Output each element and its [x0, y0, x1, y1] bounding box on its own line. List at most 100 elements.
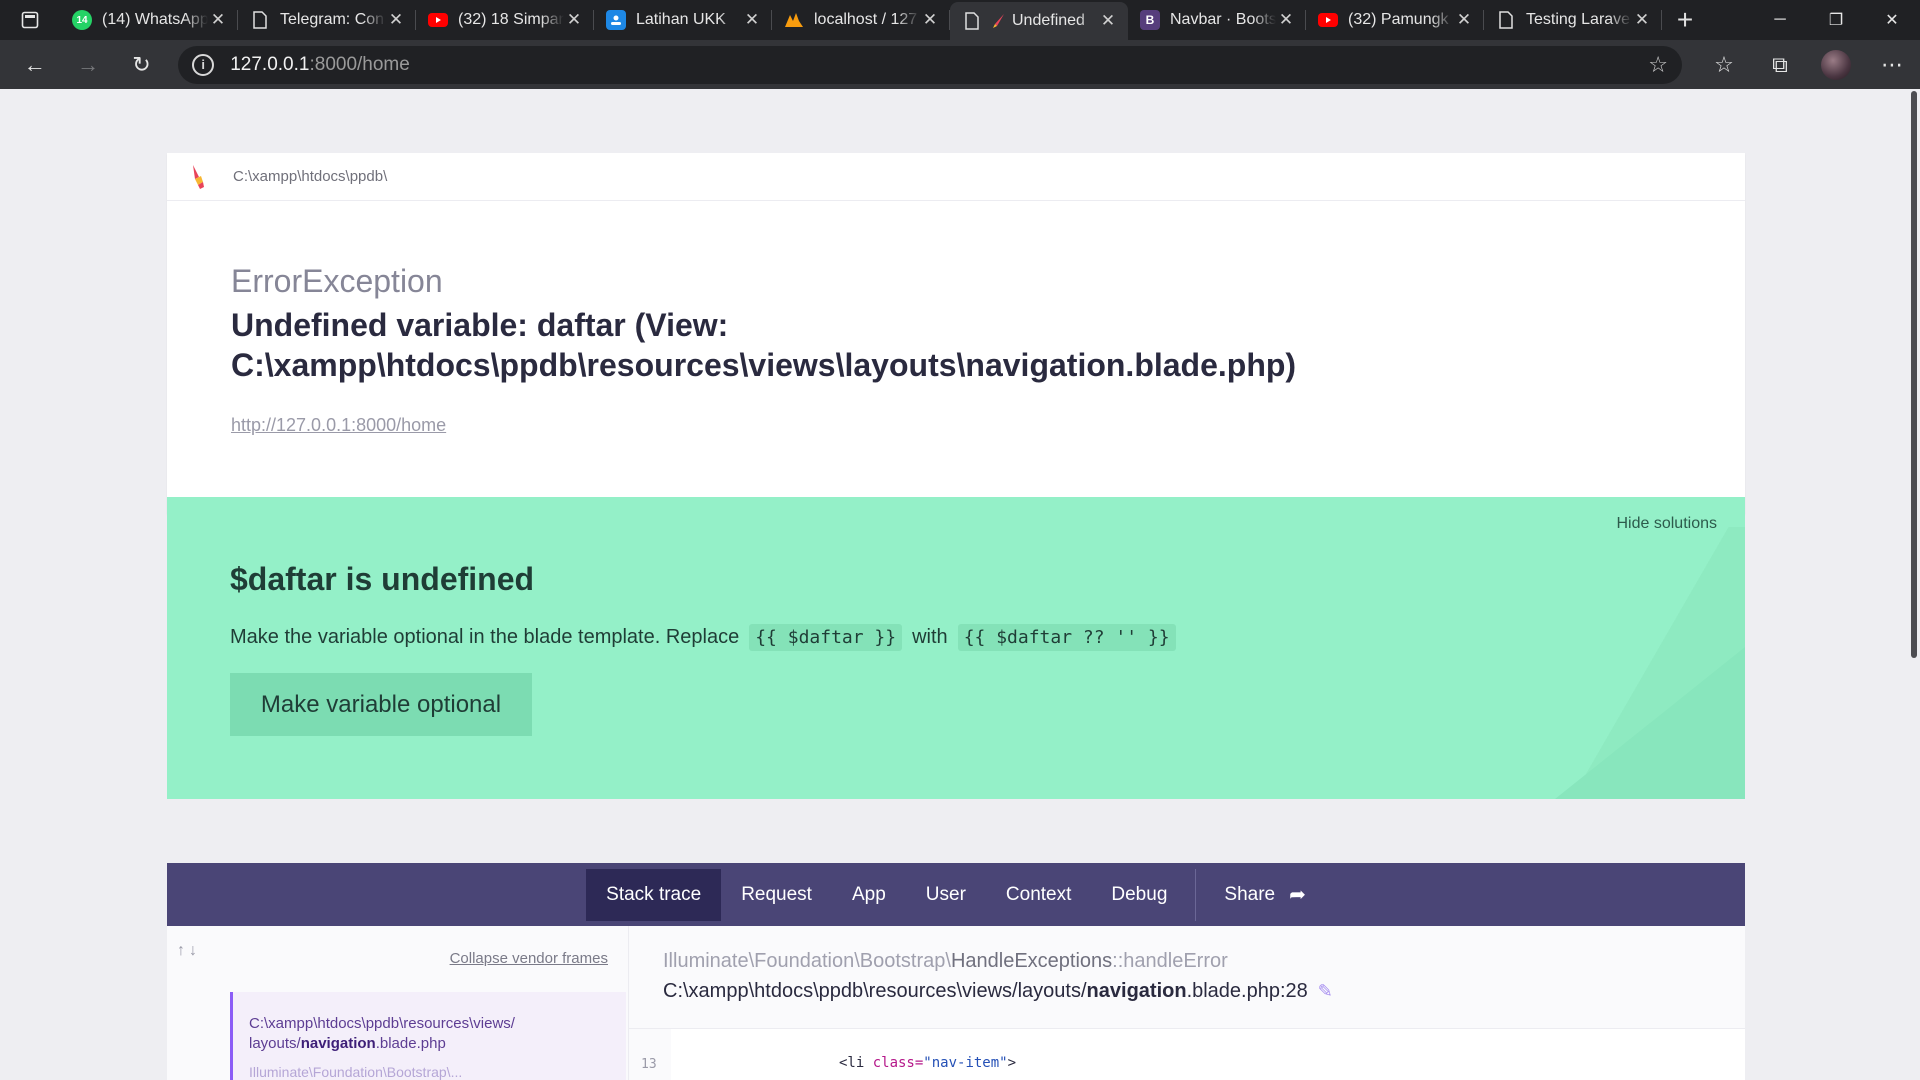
tab-request[interactable]: Request — [721, 869, 832, 921]
solution-desc-text: Make the variable optional in the blade … — [230, 626, 740, 648]
document-icon — [962, 11, 982, 31]
close-icon[interactable]: ✕ — [1098, 11, 1118, 31]
phpmyadmin-icon — [784, 10, 804, 30]
line-number: 13 — [641, 1057, 657, 1072]
tab-title: (32) 18 Simpan — [458, 11, 564, 28]
tab-context[interactable]: Context — [986, 869, 1091, 921]
browser-tab[interactable]: Telegram: Con ✕ — [238, 0, 416, 40]
code-tag: <li — [839, 1055, 873, 1071]
arrow-down-icon[interactable]: ↓ — [189, 942, 201, 959]
file-name: navigation — [1086, 980, 1187, 1002]
tab-divider — [1195, 868, 1197, 921]
address-url[interactable]: 127.0.0.1:8000/home — [230, 54, 410, 76]
window-controls: ─ ❐ ✕ — [1752, 0, 1920, 40]
browser-tab[interactable]: Latihan UKK ✕ — [594, 0, 772, 40]
close-icon[interactable]: ✕ — [386, 10, 406, 30]
tab-actions-button[interactable] — [0, 0, 60, 40]
minimize-button[interactable]: ─ — [1752, 0, 1808, 40]
project-path-bar: C:\xampp\htdocs\ppdb\ — [167, 153, 1745, 201]
address-bar[interactable]: i 127.0.0.1:8000/home ☆ — [178, 45, 1682, 84]
ignition-logo-icon — [193, 164, 204, 189]
info-icon[interactable]: i — [192, 53, 215, 76]
file-prefix: C:\xampp\htdocs\ppdb\resources\views/lay… — [663, 980, 1087, 1002]
scrollbar-thumb[interactable] — [1911, 91, 1917, 658]
reload-button[interactable]: ↻ — [115, 45, 168, 85]
close-icon[interactable]: ✕ — [742, 10, 762, 30]
arrow-up-icon[interactable]: ↑ — [177, 942, 189, 959]
avatar — [1820, 49, 1851, 80]
new-tab-button[interactable]: + — [1662, 0, 1708, 40]
browser-tab[interactable]: Testing Larave ✕ — [1484, 0, 1662, 40]
close-icon[interactable]: ✕ — [920, 10, 940, 30]
close-icon[interactable]: ✕ — [564, 10, 584, 30]
frame-class: HandleExceptions — [950, 950, 1113, 972]
youtube-icon — [1318, 10, 1338, 30]
pencil-icon[interactable]: ✎ — [1318, 981, 1333, 1002]
more-button[interactable]: ⋯ — [1864, 45, 1920, 85]
classroom-icon — [606, 10, 626, 30]
frame-method: ::handleError — [1112, 950, 1228, 972]
solution-decoration — [1555, 497, 1745, 799]
tab-stack-trace[interactable]: Stack trace — [586, 868, 722, 921]
add-favorite-icon[interactable]: ☆ — [1648, 52, 1668, 78]
close-icon: ✕ — [1885, 12, 1899, 29]
favorites-button[interactable]: ☆ — [1696, 45, 1752, 85]
document-icon — [1496, 10, 1516, 30]
browser-tab[interactable]: 14 (14) WhatsApp ✕ — [60, 0, 238, 40]
more-icon: ⋯ — [1880, 51, 1903, 77]
solution-description: Make the variable optional in the blade … — [230, 624, 1176, 651]
reload-icon: ↻ — [132, 51, 151, 77]
code-tag: > — [1007, 1055, 1017, 1071]
frame-navigation-arrows[interactable]: ↑↓ — [177, 942, 201, 960]
forward-button[interactable]: → — [61, 45, 114, 85]
toolbar-right: ☆ ⧉ ⋯ — [1696, 45, 1920, 85]
address-path: :8000/home — [309, 53, 410, 75]
collections-button[interactable]: ⧉ — [1752, 45, 1808, 85]
tab-share-label: Share — [1224, 883, 1276, 905]
hide-solutions-button[interactable]: Hide solutions — [1617, 515, 1718, 533]
frame-details: Illuminate\Foundation\Bootstrap\HandleEx… — [629, 926, 1745, 1080]
close-icon[interactable]: ✕ — [208, 10, 228, 30]
restore-button[interactable]: ❐ — [1808, 0, 1864, 40]
details-tab-bar: Stack trace Request App User Context Deb… — [167, 863, 1745, 926]
page-scrollbar[interactable] — [1908, 89, 1920, 1080]
profile-button[interactable] — [1808, 45, 1864, 85]
code-value: "nav-item" — [923, 1055, 1008, 1071]
stack-frame-selected[interactable]: C:\xampp\htdocs\ppdb\resources\views/ la… — [230, 992, 626, 1080]
request-url-link[interactable]: http://127.0.0.1:8000/home — [231, 415, 446, 436]
tab-title: Latihan UKK — [636, 11, 726, 28]
frame-path-ext: .blade.php — [375, 1035, 446, 1052]
code-viewer: 13 <li class="nav-item"> — [629, 1028, 1745, 1080]
collections-icon: ⧉ — [1772, 51, 1788, 77]
browser-tab[interactable]: B Navbar · Boots ✕ — [1128, 0, 1306, 40]
frame-file-path: C:\xampp\htdocs\ppdb\resources\views/lay… — [663, 980, 1333, 1003]
browser-tab[interactable]: localhost / 127 ✕ — [772, 0, 950, 40]
close-window-button[interactable]: ✕ — [1864, 0, 1920, 40]
close-icon[interactable]: ✕ — [1632, 10, 1652, 30]
frame-class-name: Illuminate\Foundation\Bootstrap\HandleEx… — [663, 950, 1228, 973]
document-icon — [250, 10, 270, 30]
tab-app[interactable]: App — [832, 869, 906, 921]
browser-tab-active[interactable]: Undefined ✕ — [950, 2, 1128, 40]
error-header-card: C:\xampp\htdocs\ppdb\ ErrorException Und… — [167, 153, 1745, 514]
browser-tab[interactable]: (32) Pamungk ✕ — [1306, 0, 1484, 40]
arrow-right-icon: → — [77, 51, 100, 77]
tab-user[interactable]: User — [906, 869, 986, 921]
close-icon[interactable]: ✕ — [1276, 10, 1296, 30]
collapse-vendor-frames-link[interactable]: Collapse vendor frames — [450, 950, 608, 967]
page-content: C:\xampp\htdocs\ppdb\ ErrorException Und… — [0, 89, 1920, 1080]
bootstrap-icon: B — [1140, 10, 1160, 30]
close-icon[interactable]: ✕ — [1454, 10, 1474, 30]
next-frame-preview: Illuminate\Foundation\Bootstrap\... — [249, 1064, 463, 1080]
tab-title: (32) Pamungk — [1348, 11, 1449, 28]
favorites-icon: ☆ — [1714, 51, 1734, 77]
browser-tab[interactable]: (32) 18 Simpan ✕ — [416, 0, 594, 40]
exception-message: Undefined variable: daftar (View: C:\xam… — [231, 307, 1297, 383]
code-attr: class= — [872, 1055, 924, 1071]
tab-share[interactable]: Share ➦ — [1204, 869, 1325, 921]
make-variable-optional-button[interactable]: Make variable optional — [230, 673, 532, 736]
solution-desc-text: with — [912, 626, 948, 648]
stack-trace-panel: ↑↓ Collapse vendor frames C:\xampp\htdoc… — [167, 926, 1745, 1080]
tab-debug[interactable]: Debug — [1091, 869, 1187, 921]
back-button[interactable]: ← — [8, 45, 61, 85]
